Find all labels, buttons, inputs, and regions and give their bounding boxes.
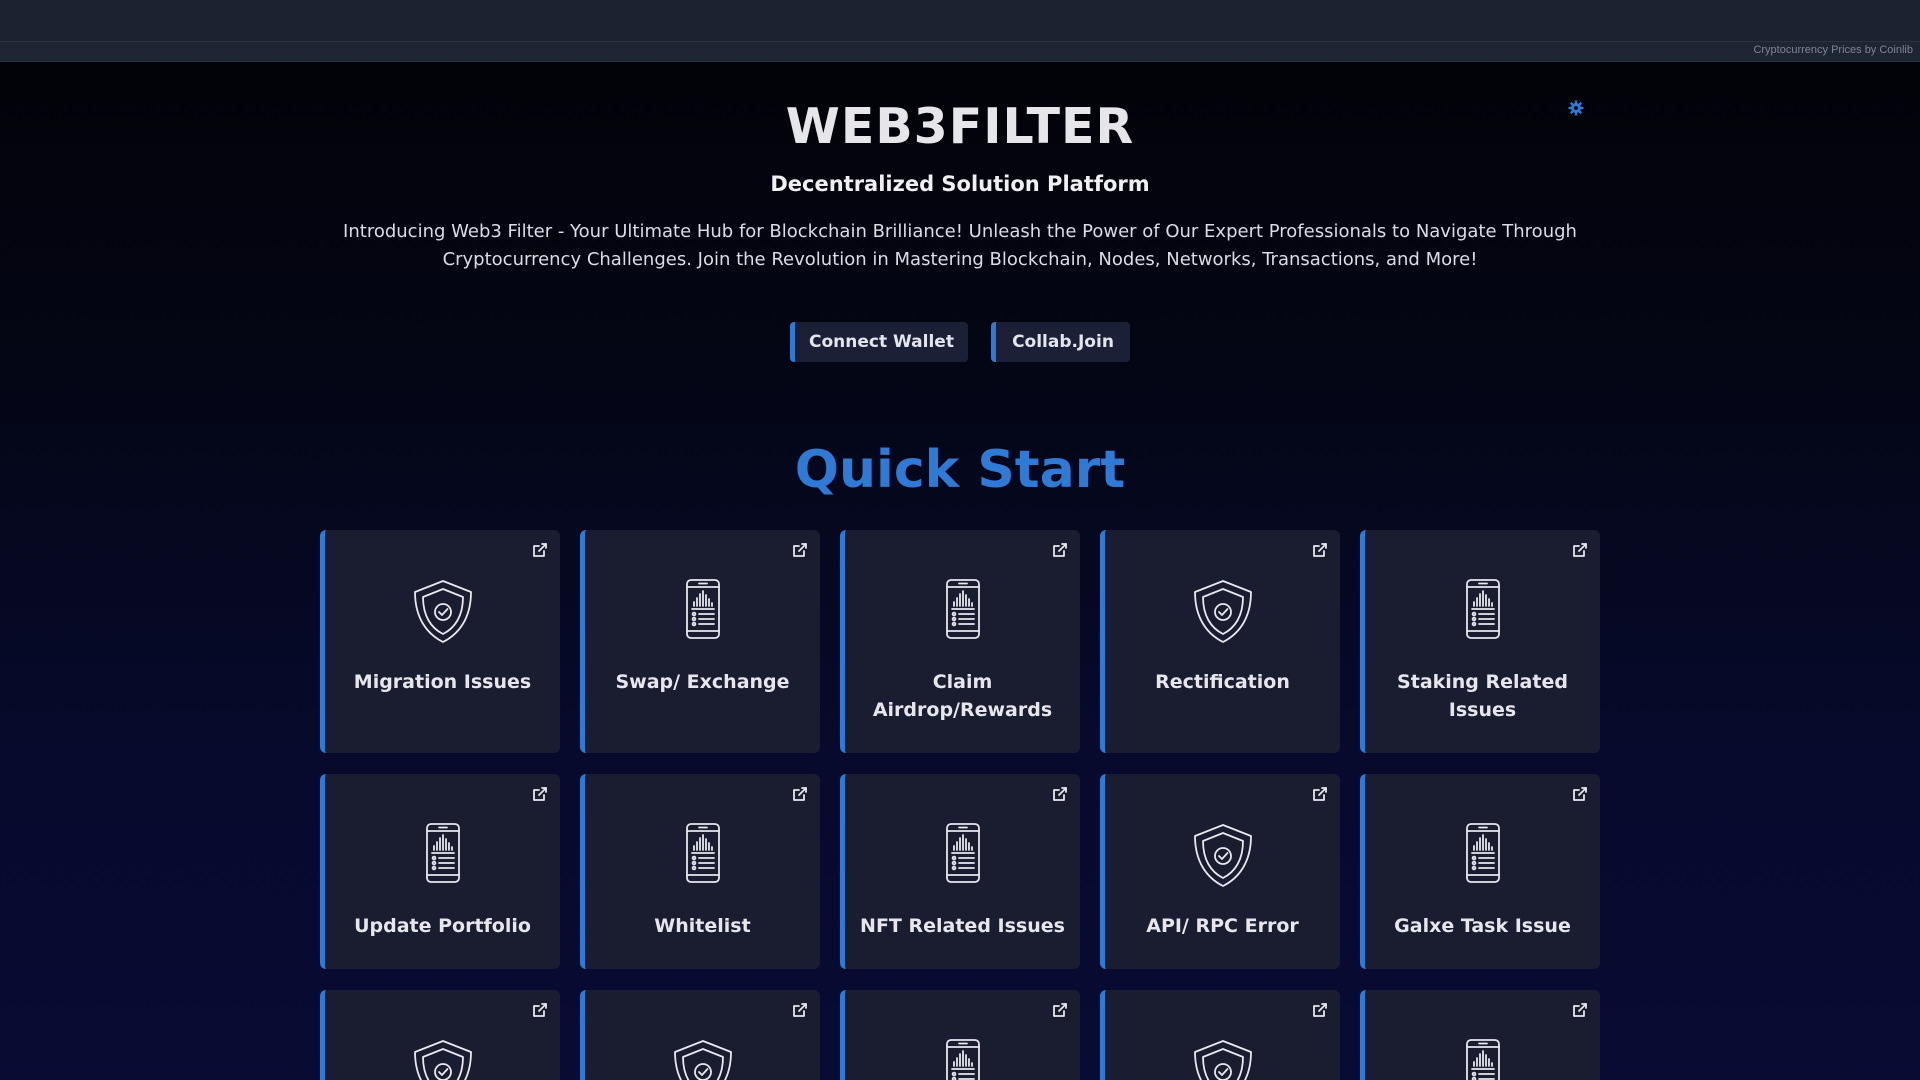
page-title: WEB3FILTER [785, 98, 1135, 155]
phone-chart-icon [685, 578, 721, 644]
card-label: Update Portfolio [354, 915, 531, 937]
quick-start-title: Quick Start [794, 440, 1126, 500]
quick-start-card[interactable]: Migration Issues [320, 530, 560, 753]
external-link-icon[interactable] [1572, 786, 1588, 802]
shield-check-icon [1191, 822, 1255, 892]
card-label: Whitelist [654, 915, 751, 937]
quick-start-card[interactable] [1360, 990, 1600, 1080]
shield-check-icon [411, 578, 475, 648]
ticker-credit-link[interactable]: Cryptocurrency Prices by Coinlib [1753, 44, 1913, 56]
external-link-icon[interactable] [532, 542, 548, 558]
external-link-icon[interactable] [1312, 542, 1328, 558]
external-link-icon[interactable] [1052, 786, 1068, 802]
card-label: Migration Issues [353, 671, 532, 693]
quick-start-card[interactable] [1100, 990, 1340, 1080]
external-link-icon[interactable] [1312, 786, 1328, 802]
external-link-icon[interactable] [1052, 1002, 1068, 1018]
external-link-icon[interactable] [1572, 1002, 1588, 1018]
phone-chart-icon [425, 822, 461, 888]
collab-join-button[interactable]: Collab.Join [991, 322, 1130, 362]
card-label: Claim Airdrop/Rewards [872, 671, 1053, 721]
quick-start-card[interactable]: Claim Airdrop/Rewards [840, 530, 1080, 753]
shield-check-icon [1191, 1038, 1255, 1080]
card-label: Swap/ Exchange [615, 671, 790, 693]
external-link-icon[interactable] [1572, 542, 1588, 558]
page-intro-text: Introducing Web3 Filter - Your Ultimate … [343, 221, 1577, 270]
shield-check-icon [411, 1038, 475, 1080]
quick-start-card[interactable]: Update Portfolio [320, 774, 560, 969]
external-link-icon[interactable] [532, 786, 548, 802]
external-link-icon[interactable] [792, 542, 808, 558]
external-link-icon[interactable] [792, 786, 808, 802]
phone-chart-icon [1465, 822, 1501, 888]
quick-start-card[interactable] [320, 990, 560, 1080]
card-label: Galxe Task Issue [1394, 915, 1571, 937]
quick-start-card[interactable]: Rectification [1100, 530, 1340, 753]
phone-chart-icon [1465, 1038, 1501, 1080]
quick-start-card[interactable]: NFT Related Issues [840, 774, 1080, 969]
external-link-icon[interactable] [1312, 1002, 1328, 1018]
card-label: Staking Related Issues [1397, 671, 1568, 721]
quick-start-card[interactable] [840, 990, 1080, 1080]
page-subtitle: Decentralized Solution Platform [770, 172, 1150, 196]
external-link-icon[interactable] [532, 1002, 548, 1018]
phone-chart-icon [945, 1038, 981, 1080]
external-link-icon[interactable] [1052, 542, 1068, 558]
card-label: Rectification [1155, 671, 1290, 693]
ticker-widget[interactable] [0, 0, 1920, 42]
quick-start-card[interactable] [580, 990, 820, 1080]
phone-chart-icon [945, 578, 981, 644]
phone-chart-icon [945, 822, 981, 888]
card-label: API/ RPC Error [1146, 915, 1299, 937]
external-link-icon[interactable] [792, 1002, 808, 1018]
quick-start-card[interactable]: Whitelist [580, 774, 820, 969]
shield-check-icon [671, 1038, 735, 1080]
quick-start-card[interactable]: Staking Related Issues [1360, 530, 1600, 753]
shield-check-icon [1191, 578, 1255, 648]
phone-chart-icon [685, 822, 721, 888]
crypto-ticker-bar: Cryptocurrency Prices by Coinlib [0, 0, 1920, 62]
quick-start-card[interactable]: API/ RPC Error [1100, 774, 1340, 969]
connect-wallet-button[interactable]: Connect Wallet [790, 322, 968, 362]
phone-chart-icon [1465, 578, 1501, 644]
quick-start-card[interactable]: Galxe Task Issue [1360, 774, 1600, 969]
quick-start-card[interactable]: Swap/ Exchange [580, 530, 820, 753]
card-label: NFT Related Issues [860, 915, 1065, 937]
